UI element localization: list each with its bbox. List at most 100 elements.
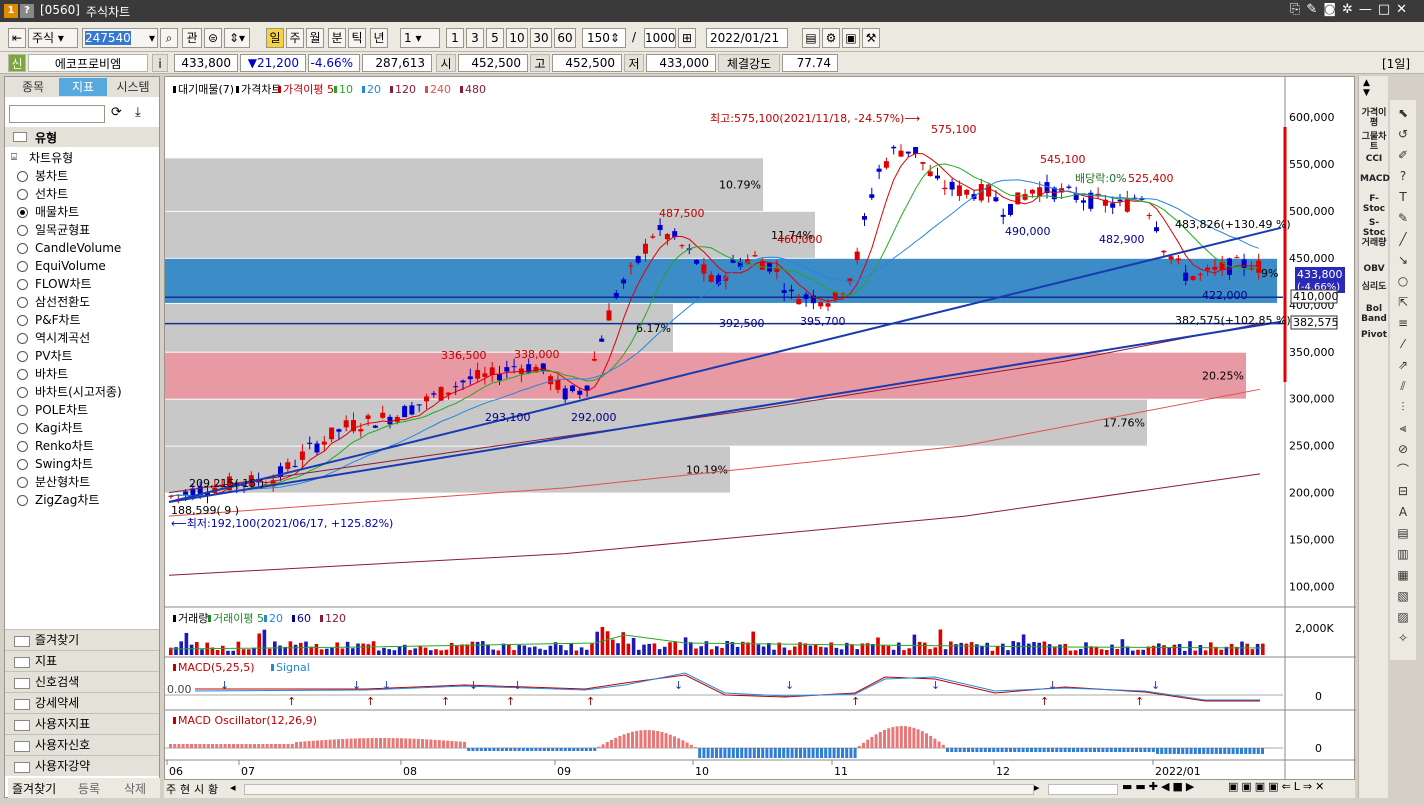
radio-icon[interactable] [17, 225, 28, 236]
save-icon[interactable]: ▣ [842, 28, 860, 48]
search-icon[interactable]: ⌕ [160, 28, 178, 48]
drawing-tool-icon[interactable]: ⊘ [1394, 440, 1412, 458]
drawing-tool-icon[interactable]: ⇗ [1394, 356, 1412, 374]
drawing-tool-icon[interactable]: ↘ [1394, 251, 1412, 269]
help-icon[interactable]: ? [20, 4, 34, 18]
bottom-tab-register[interactable]: 등록 [78, 780, 100, 797]
indicator-shortcut[interactable]: CCI [1360, 154, 1388, 164]
radio-icon[interactable] [17, 441, 28, 452]
drawing-tool-icon[interactable]: ↺ [1394, 125, 1412, 143]
quick-10[interactable]: 10 [506, 28, 528, 48]
accordion-item[interactable]: 사용자신호 [5, 734, 159, 755]
radio-icon[interactable] [17, 423, 28, 434]
accordion-item[interactable]: 강세약세 [5, 692, 159, 713]
related-button[interactable]: 관 [182, 28, 202, 48]
tab-indicators[interactable]: 지표 [59, 78, 107, 96]
radio-icon[interactable] [17, 351, 28, 362]
drawing-tool-icon[interactable]: ≡ [1394, 314, 1412, 332]
indicator-search-input[interactable] [9, 105, 105, 123]
market-select[interactable]: 주식 ▾ [28, 28, 78, 48]
chart-type-item[interactable]: P&F차트 [17, 311, 81, 329]
drawing-tool-icon[interactable]: ▦ [1394, 566, 1412, 584]
status-btn-3[interactable]: 황 [208, 781, 218, 797]
radio-icon[interactable] [17, 171, 28, 182]
interval-select[interactable]: 1 ▾ [400, 28, 440, 48]
drawing-tool-icon[interactable]: T [1394, 188, 1412, 206]
date-select[interactable]: 2022/01/21 ▾ [706, 28, 788, 63]
status-btn-0[interactable]: 주 [166, 781, 176, 797]
chart-type-item[interactable]: PV차트 [17, 347, 73, 365]
drawing-tool-icon[interactable]: ✐ [1394, 146, 1412, 164]
edit-icon[interactable]: ✎ [1306, 2, 1323, 17]
radio-icon[interactable] [17, 405, 28, 416]
zoom-slider[interactable] [1048, 784, 1118, 795]
indicator-shortcut[interactable]: 가격이평 [1360, 108, 1388, 128]
radio-icon[interactable] [17, 369, 28, 380]
drawing-tool-icon[interactable]: ⫷ [1394, 419, 1412, 437]
accordion-item[interactable]: 지표 [5, 650, 159, 671]
indicator-shortcut[interactable]: MACD [1360, 174, 1390, 184]
scroll-left-icon[interactable]: ◂ [230, 781, 236, 794]
drawing-tool-icon[interactable]: ▤ [1394, 524, 1412, 542]
tools-icon[interactable]: ⚒ [862, 28, 880, 48]
drawing-tool-icon[interactable]: ⫶ [1394, 398, 1412, 416]
radio-icon[interactable] [17, 495, 28, 506]
drawing-tool-icon[interactable]: ▨ [1394, 608, 1412, 626]
drawing-tool-icon[interactable]: ? [1394, 167, 1412, 185]
bottom-tab-delete[interactable]: 삭제 [124, 780, 146, 797]
group-icon[interactable]: ⊜ [204, 28, 222, 48]
close-icon[interactable]: ✕ [1396, 2, 1413, 17]
chart-type-item[interactable]: 삼선전환도 [17, 293, 90, 311]
chart-svg[interactable]: 10.79%11.74%6.17%20.25%17.76%10.19%600,0… [165, 77, 1356, 780]
maximize-icon[interactable]: □ [1378, 2, 1396, 17]
chart-type-item[interactable]: Kagi차트 [17, 419, 83, 437]
chart-type-item[interactable]: 선차트 [17, 185, 68, 203]
drawing-tool-icon[interactable]: ╱ [1394, 230, 1412, 248]
gear-icon[interactable]: ⚙ [822, 28, 840, 48]
quick-5[interactable]: 5 [486, 28, 504, 48]
code-input[interactable]: 247540 ▾ [82, 28, 158, 48]
indicator-shortcut[interactable]: S-Stoc [1360, 218, 1388, 238]
chart-type-group[interactable]: 차트유형 [29, 149, 73, 166]
status-btn-2[interactable]: 시 [194, 781, 204, 797]
indicator-shortcut[interactable]: OBV [1360, 264, 1388, 274]
quick-30[interactable]: 30 [530, 28, 552, 48]
quick-1[interactable]: 1 [446, 28, 464, 48]
scroll-down-icon[interactable]: ▼ [1363, 88, 1370, 98]
chart-type-item[interactable]: 바차트(시고저종) [17, 383, 122, 401]
radio-icon[interactable] [17, 477, 28, 488]
tab-stocks[interactable]: 종목 [9, 78, 57, 96]
grid-icon[interactable]: ⊞ [678, 28, 696, 48]
view-controls[interactable]: ▣▣▣▣⇐L⇒✕ [1228, 780, 1327, 793]
info-button[interactable]: i [152, 54, 168, 72]
drawing-tool-icon[interactable]: ✧ [1394, 629, 1412, 647]
radio-icon[interactable] [17, 279, 28, 290]
drawing-tool-icon[interactable]: ⁄ [1394, 335, 1412, 353]
scroll-up-icon[interactable]: ▲ [1363, 78, 1370, 88]
download-icon[interactable]: ⤓ [135, 105, 141, 120]
indicator-shortcut[interactable]: F-Stoc [1360, 194, 1388, 214]
quick-3[interactable]: 3 [466, 28, 484, 48]
indicator-shortcut[interactable]: Bol Band [1360, 304, 1388, 324]
drawing-tool-icon[interactable]: A [1394, 503, 1412, 521]
drawing-tool-icon[interactable]: ▥ [1394, 545, 1412, 563]
chart-type-item[interactable]: 봉차트 [17, 167, 68, 185]
chart-type-item[interactable]: EquiVolume [17, 257, 106, 275]
bottom-tab-favorites[interactable]: 즐겨찾기 [12, 780, 56, 797]
status-btn-1[interactable]: 현 [180, 781, 190, 797]
accordion-item[interactable]: 사용자강약 [5, 755, 159, 776]
radio-icon[interactable] [17, 459, 28, 470]
capture-icon[interactable]: ◙ [1323, 2, 1342, 17]
minimize-icon[interactable]: — [1359, 2, 1378, 17]
indicator-shortcut[interactable]: 그물차트 [1360, 132, 1388, 152]
chart-type-item[interactable]: 매물차트 [17, 203, 79, 221]
chart-type-item[interactable]: 역시계곡선 [17, 329, 90, 347]
radio-icon[interactable] [17, 333, 28, 344]
accordion-item[interactable]: 사용자지표 [5, 713, 159, 734]
settings-icon[interactable]: ✲ [1342, 2, 1359, 17]
chart-type-item[interactable]: POLE차트 [17, 401, 88, 419]
horizontal-scrollbar[interactable] [244, 784, 1034, 795]
accordion-item[interactable]: 즐겨찾기 [5, 629, 159, 650]
period-month[interactable]: 월 [306, 28, 324, 48]
nav-controls[interactable]: ▬▬✚◀■▶ [1122, 780, 1197, 793]
